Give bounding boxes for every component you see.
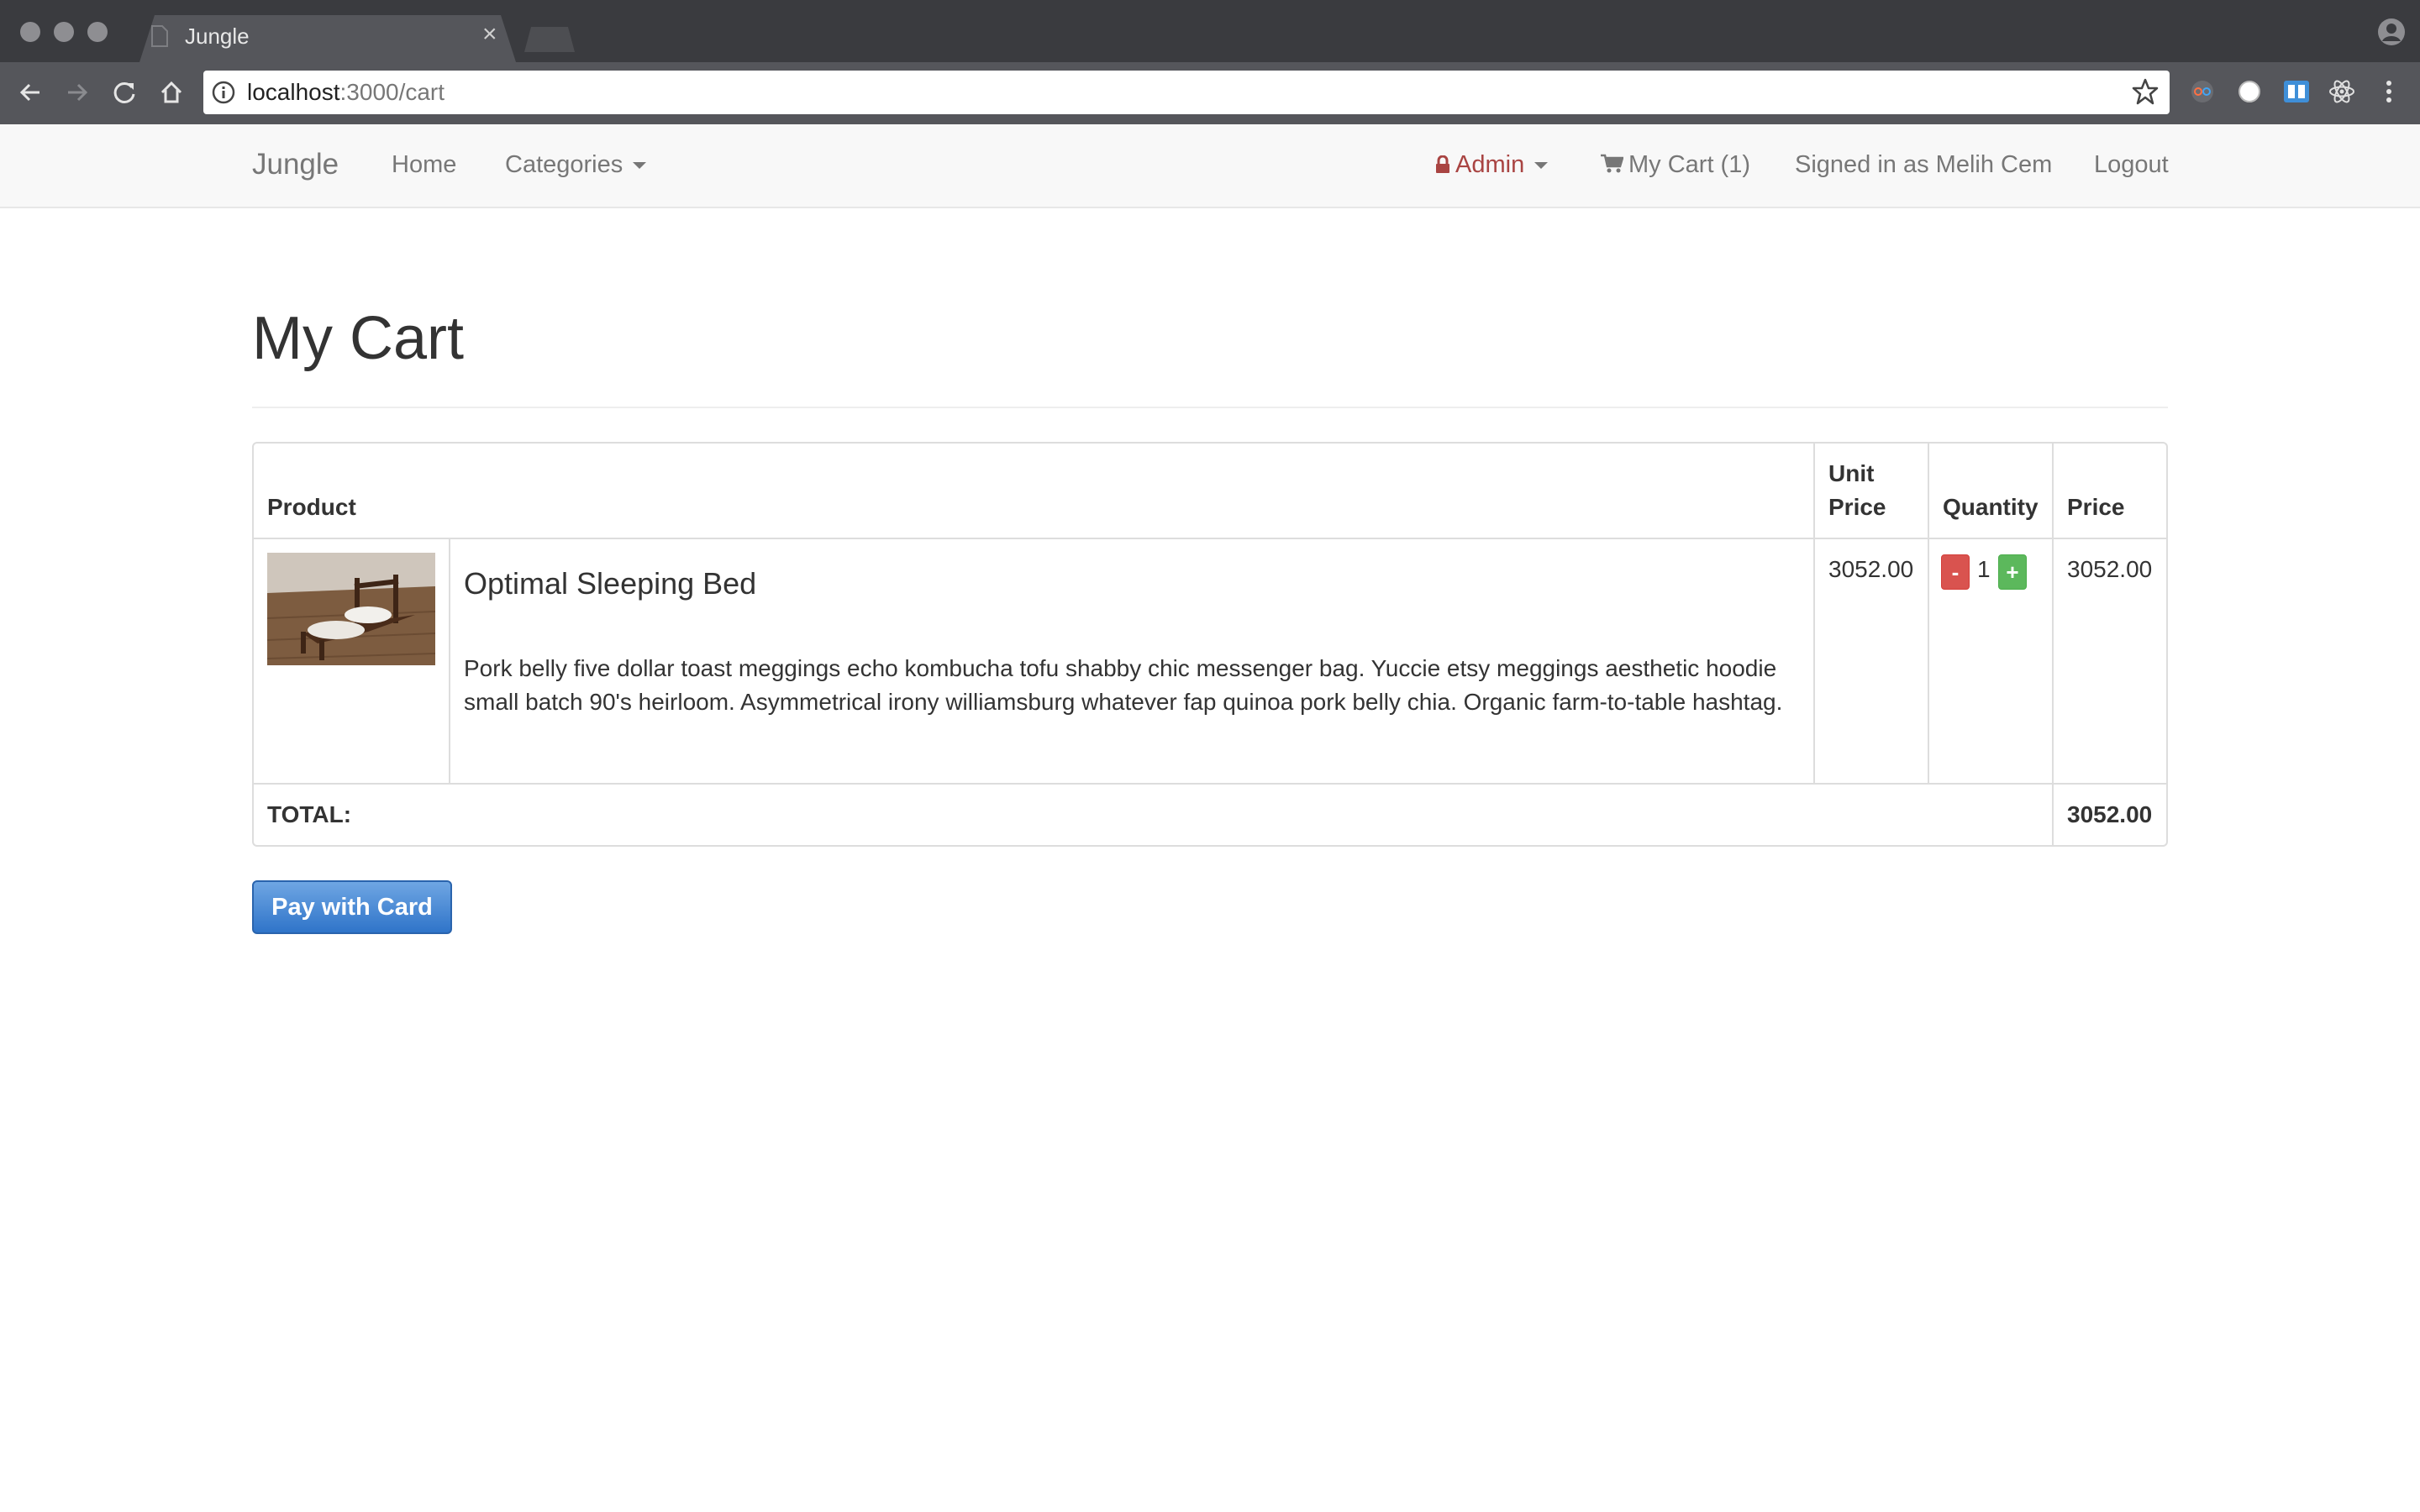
quantity-value: 1 bbox=[1977, 556, 1991, 582]
total-value: 3052.00 bbox=[2067, 801, 2153, 827]
extension-circle-icon bbox=[2238, 81, 2260, 102]
header-unit-price-line2: Price bbox=[1828, 494, 1886, 520]
chevron-down-icon bbox=[1534, 162, 1549, 170]
forward-button[interactable] bbox=[59, 74, 96, 111]
bookmark-star-icon[interactable] bbox=[2131, 77, 2160, 106]
total-label: TOTAL: bbox=[267, 801, 352, 827]
increase-quantity-button[interactable]: + bbox=[1998, 554, 2027, 590]
product-description: Pork belly five dollar toast meggings ec… bbox=[464, 655, 1783, 715]
nav-categories-dropdown[interactable]: Categories bbox=[505, 151, 647, 179]
nav-cart-link[interactable]: My Cart (1) bbox=[1600, 151, 1750, 179]
nav-logout-link[interactable]: Logout bbox=[2094, 151, 2169, 179]
line-price-cell: 3052.00 bbox=[2067, 556, 2153, 582]
address-url[interactable]: localhost:3000/cart bbox=[247, 79, 445, 106]
decrease-quantity-button[interactable]: - bbox=[1941, 554, 1970, 590]
reload-icon bbox=[113, 81, 135, 103]
nav-admin-label: Admin bbox=[1455, 151, 1525, 178]
home-button[interactable] bbox=[153, 74, 190, 111]
product-thumbnail bbox=[267, 553, 435, 665]
extension-2-button[interactable] bbox=[2235, 77, 2264, 106]
browser-menu-button[interactable] bbox=[2375, 77, 2403, 106]
extension-4-button[interactable] bbox=[2328, 77, 2356, 106]
window-close-dot[interactable] bbox=[20, 22, 40, 42]
new-tab-button[interactable] bbox=[524, 27, 575, 52]
lock-icon bbox=[1436, 155, 1449, 173]
image-column-divider bbox=[449, 539, 450, 783]
home-icon bbox=[160, 81, 182, 103]
url-host: localhost bbox=[247, 79, 340, 105]
reload-button[interactable] bbox=[106, 74, 143, 111]
site-info-icon[interactable] bbox=[212, 81, 235, 104]
pay-with-card-button[interactable]: Pay with Card bbox=[252, 880, 452, 934]
back-arrow-icon bbox=[19, 83, 39, 102]
product-name[interactable]: Optimal Sleeping Bed bbox=[464, 566, 756, 601]
extension-3-button[interactable] bbox=[2282, 77, 2311, 106]
header-row-divider bbox=[254, 538, 2166, 539]
chevron-down-icon bbox=[633, 162, 647, 170]
item-row-divider bbox=[254, 783, 2166, 785]
window-zoom-dot[interactable] bbox=[87, 22, 108, 42]
signed-in-user[interactable]: Signed in as Melih Cem bbox=[1795, 151, 2052, 179]
tab-close-icon[interactable]: × bbox=[482, 22, 497, 47]
nav-admin-dropdown[interactable]: Admin bbox=[1435, 151, 1549, 179]
window-minimize-dot[interactable] bbox=[54, 22, 74, 42]
unit-price-column-divider bbox=[1813, 444, 1815, 783]
url-path: :3000/cart bbox=[339, 79, 445, 105]
shopping-cart-icon bbox=[1601, 154, 1624, 173]
nav-cart-label: My Cart (1) bbox=[1628, 151, 1750, 178]
nav-home-link[interactable]: Home bbox=[392, 151, 456, 179]
forward-arrow-icon bbox=[68, 83, 88, 102]
kebab-menu-icon bbox=[2386, 81, 2391, 102]
header-unit-price-line1: Unit bbox=[1828, 460, 1875, 486]
back-button[interactable] bbox=[12, 74, 49, 111]
unit-price-cell: 3052.00 bbox=[1828, 556, 1914, 582]
bed-product-image bbox=[267, 553, 435, 665]
extension-reader-icon bbox=[2284, 81, 2309, 102]
page-favicon-icon bbox=[151, 25, 168, 47]
header-product: Product bbox=[267, 494, 356, 520]
address-bar[interactable] bbox=[203, 71, 2170, 114]
profile-icon[interactable] bbox=[2376, 17, 2407, 47]
header-price: Price bbox=[2067, 494, 2125, 520]
extension-glasses-icon bbox=[2191, 81, 2213, 102]
tab-title: Jungle bbox=[185, 24, 250, 49]
navbar-brand[interactable]: Jungle bbox=[252, 148, 339, 181]
nav-categories-label: Categories bbox=[505, 151, 623, 178]
quantity-column-divider bbox=[1928, 444, 1929, 783]
price-column-divider bbox=[2052, 444, 2054, 845]
extension-1-button[interactable] bbox=[2188, 77, 2217, 106]
title-divider bbox=[252, 407, 2168, 408]
page-title: My Cart bbox=[252, 305, 464, 372]
react-devtools-icon bbox=[2329, 80, 2354, 103]
header-quantity: Quantity bbox=[1943, 494, 2039, 520]
site-navbar bbox=[0, 124, 2420, 208]
